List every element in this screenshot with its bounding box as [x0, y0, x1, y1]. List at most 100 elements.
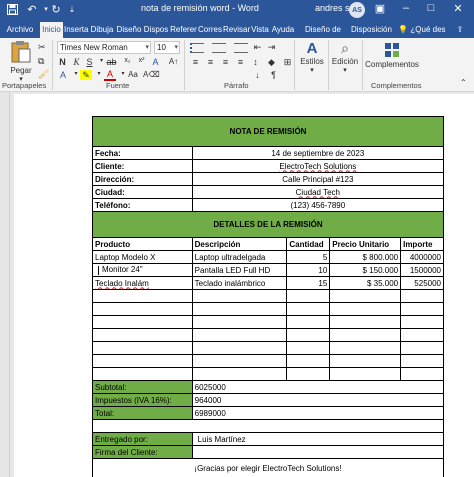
vertical-ruler[interactable] [0, 92, 10, 477]
tab-diseno[interactable]: Diseño [116, 22, 142, 38]
multilevel-list-icon[interactable] [234, 43, 248, 53]
ribbon-group-labels: Portapapeles Fuente Párrafo Complementos [0, 80, 474, 92]
bullets-icon[interactable] [190, 43, 204, 53]
tab-diseno-tabla[interactable]: Diseño de tabla [296, 22, 350, 50]
show-marks-icon[interactable]: ¶ [268, 70, 279, 80]
align-right-icon[interactable]: ≡ [220, 57, 231, 67]
totals-row: Total: 6989000 [92, 406, 445, 420]
delivered-label: Entregado por: [92, 432, 193, 446]
info-label: Fecha: [92, 146, 193, 160]
tab-ayuda[interactable]: Ayuda [271, 22, 295, 38]
tax-label: Impuestos (IVA 16%): [92, 393, 193, 407]
clear-format-icon[interactable]: A⌫ [143, 70, 160, 79]
column-header: Descripción [191, 237, 288, 251]
phone-value: (123) 456-7890 [191, 198, 445, 212]
tab-correspondencia[interactable]: Corres [198, 22, 222, 38]
font-name-select[interactable]: Times New Roman ▾ [57, 41, 151, 54]
sort-icon[interactable]: ↓ [252, 70, 263, 80]
empty-row [92, 341, 444, 355]
group-font-label: Fuente [106, 81, 130, 90]
borders-icon[interactable]: ⊞ [282, 57, 293, 68]
table-row: Laptop Modelo X Laptop ultradelgada 5 $ … [92, 250, 444, 264]
address-value: Calle Principal #123 [191, 172, 445, 186]
format-painter-icon[interactable]: 🖌 [38, 69, 49, 80]
change-case-icon[interactable]: Aa [127, 70, 139, 79]
decrease-indent-icon[interactable]: ⇤ [252, 42, 263, 53]
thanks-message: ¡Gracias por elegir ElectroTech Solution… [92, 458, 444, 477]
grow-font-icon[interactable]: A↑ [168, 57, 179, 66]
info-label: Ciudad: [92, 185, 193, 199]
product-cell: Laptop Modelo X [92, 250, 193, 264]
avatar[interactable]: AS [349, 2, 365, 18]
tab-referencias[interactable]: Referer [170, 22, 197, 38]
save-icon[interactable] [4, 1, 20, 17]
totals-row: Subtotal: 6025000 [92, 380, 445, 394]
numbering-icon[interactable] [212, 43, 226, 53]
text-effects-button[interactable]: A [57, 70, 69, 80]
tab-archivo[interactable]: Archivo [2, 22, 38, 38]
customize-icon[interactable]: ⇣ [64, 1, 80, 17]
tab-disposicion-pagina[interactable]: Dispos [143, 22, 169, 38]
ribbon-display-icon[interactable]: ▣ [372, 2, 388, 15]
clipboard-icon [11, 41, 31, 63]
table-row: Teclado Inalám Teclado inalámbrico 15 $ … [92, 276, 444, 290]
total-value: 6989000 [191, 406, 445, 420]
info-label: Dirección: [92, 172, 193, 186]
increase-indent-icon[interactable]: ⇥ [266, 42, 277, 53]
signature-label: Firma del Cliente: [92, 445, 193, 459]
totals-row: Impuestos (IVA 16%): 964000 [92, 393, 445, 407]
bold-button[interactable]: N [57, 57, 68, 67]
date-value: 14 de septiembre de 2023 [191, 146, 445, 160]
total-label: Total: [92, 406, 193, 420]
subtotal-label: Subtotal: [92, 380, 193, 394]
strikethrough-button[interactable]: ab [106, 57, 117, 67]
group-clipboard-label: Portapapeles [2, 81, 47, 90]
paste-button[interactable]: Pegar ▾ [6, 40, 36, 83]
info-label: Teléfono: [92, 198, 193, 212]
tab-revisar[interactable]: Revisar [223, 22, 250, 38]
remission-table[interactable]: NOTA DE REMISIÓN Fecha: 14 de septiembre… [92, 116, 445, 477]
delivered-value: Luis Martínez [191, 432, 445, 446]
tab-disposicion[interactable]: Disposición [351, 22, 392, 38]
tell-me-search[interactable]: ¿Qué des [410, 22, 446, 38]
align-left-icon[interactable]: ≡ [190, 57, 201, 67]
unit-price-cell: $ 800.000 [329, 250, 402, 264]
redo-icon[interactable]: ↻ [48, 1, 64, 17]
tab-dibujar[interactable]: Dibuja [90, 22, 114, 38]
styles-button[interactable]: A Estilos ▾ [298, 40, 326, 74]
cut-icon[interactable]: ✂ [38, 42, 46, 53]
product-cell: Teclado Inalám [92, 276, 193, 290]
table-row: Monitor 24" Pantalla LED Full HD 10 $ 15… [92, 263, 444, 277]
copy-icon[interactable]: ⧉ [38, 56, 44, 67]
empty-row [92, 354, 444, 368]
editing-button[interactable]: ⌕ Edición ▾ [330, 40, 360, 74]
line-spacing-icon[interactable]: ↕ [250, 57, 261, 67]
product-cell[interactable]: Monitor 24" [92, 263, 193, 277]
column-header: Producto [92, 237, 193, 251]
search-icon: ⌕ [341, 40, 349, 56]
lightbulb-icon[interactable]: 💡 [398, 22, 408, 38]
italic-button[interactable]: K [71, 57, 82, 67]
shading-icon[interactable]: ◆ [266, 57, 277, 68]
text-effects-icon[interactable]: A [150, 57, 161, 67]
superscript-button[interactable]: x² [136, 57, 147, 64]
column-header: Precio Unitario [329, 237, 402, 251]
align-center-icon[interactable]: ≡ [205, 57, 216, 67]
highlight-icon[interactable]: ✎ [80, 70, 92, 80]
underline-button[interactable]: S [84, 57, 95, 67]
justify-icon[interactable]: ≡ [235, 57, 246, 67]
tab-vista[interactable]: Vista [250, 22, 270, 38]
tab-insertar[interactable]: Inserta [64, 22, 88, 38]
tax-value: 964000 [191, 393, 445, 407]
share-icon[interactable]: ⇪ [452, 22, 468, 38]
maximize-icon[interactable]: □ [423, 2, 439, 14]
minimize-icon[interactable]: – [398, 2, 414, 14]
addins-button[interactable]: Complementos [364, 42, 420, 69]
font-size-select[interactable]: 10 ▾ [154, 41, 180, 54]
tab-inicio[interactable]: Inicio [40, 22, 63, 38]
subtotal-value: 6025000 [191, 380, 445, 394]
subscript-button[interactable]: x₂ [122, 57, 133, 64]
empty-row [92, 289, 444, 303]
signature-value[interactable] [191, 445, 445, 459]
close-icon[interactable]: ✕ [450, 2, 466, 15]
